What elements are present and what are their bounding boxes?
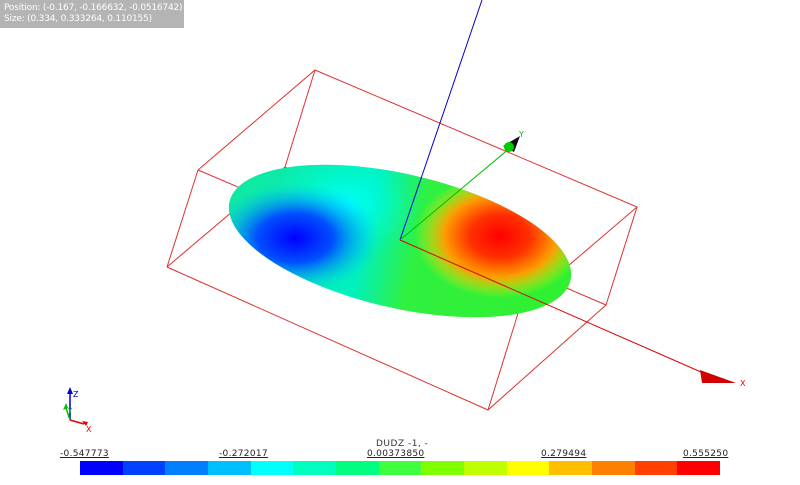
colorbar-segment — [506, 461, 550, 475]
object-info-panel: Position: (-0.167, -0.166632, -0.0516742… — [0, 0, 184, 28]
y-axis-handle[interactable] — [504, 142, 514, 152]
colorbar-segment — [208, 461, 251, 475]
colorbar-segment — [421, 461, 465, 475]
triad-z-label: Z — [73, 390, 79, 399]
triad-y-label: Y — [67, 407, 73, 415]
colorbar-segment — [378, 461, 422, 475]
colorbar-segment — [634, 461, 678, 475]
y-axis-label: Y — [518, 130, 524, 139]
triad-x-label: X — [86, 425, 92, 434]
colorbar-segment — [80, 461, 123, 475]
ellipsoid-surface[interactable] — [210, 136, 586, 345]
position-readout: Position: (-0.167, -0.166632, -0.0516742… — [4, 3, 183, 13]
colorbar-segment — [250, 461, 294, 475]
colorbar-tick-max: 0.555250 — [683, 449, 729, 459]
x-axis-label: X — [740, 379, 746, 388]
size-readout: Size: (0.334, 0.333264, 0.110155) — [4, 14, 152, 24]
colorbar-segment — [464, 461, 507, 475]
colorbar-tick-2: -0.272017 — [219, 449, 268, 459]
colorbar-segment — [549, 461, 593, 475]
orientation-triad: Z Y X — [63, 387, 92, 434]
colorbar-tick-mid: 0.00373850 — [367, 449, 425, 459]
colorbar-segment — [293, 461, 337, 475]
scene-canvas[interactable]: X Y Z Y X — [0, 0, 800, 481]
colorbar-tick-4: 0.279494 — [541, 449, 587, 459]
colorbar-segment — [165, 461, 209, 475]
3d-viewport[interactable]: X Y Z Y X — [0, 0, 800, 481]
colorbar — [80, 461, 721, 475]
colorbar-title: DUDZ -1, - — [376, 439, 429, 449]
colorbar-segment — [122, 461, 166, 475]
colorbar-segment — [336, 461, 379, 475]
colorbar-segment — [677, 461, 721, 475]
x-axis-arrow-icon — [700, 370, 736, 383]
colorbar-segment — [592, 461, 635, 475]
colorbar-tick-min: -0.547773 — [60, 449, 109, 459]
